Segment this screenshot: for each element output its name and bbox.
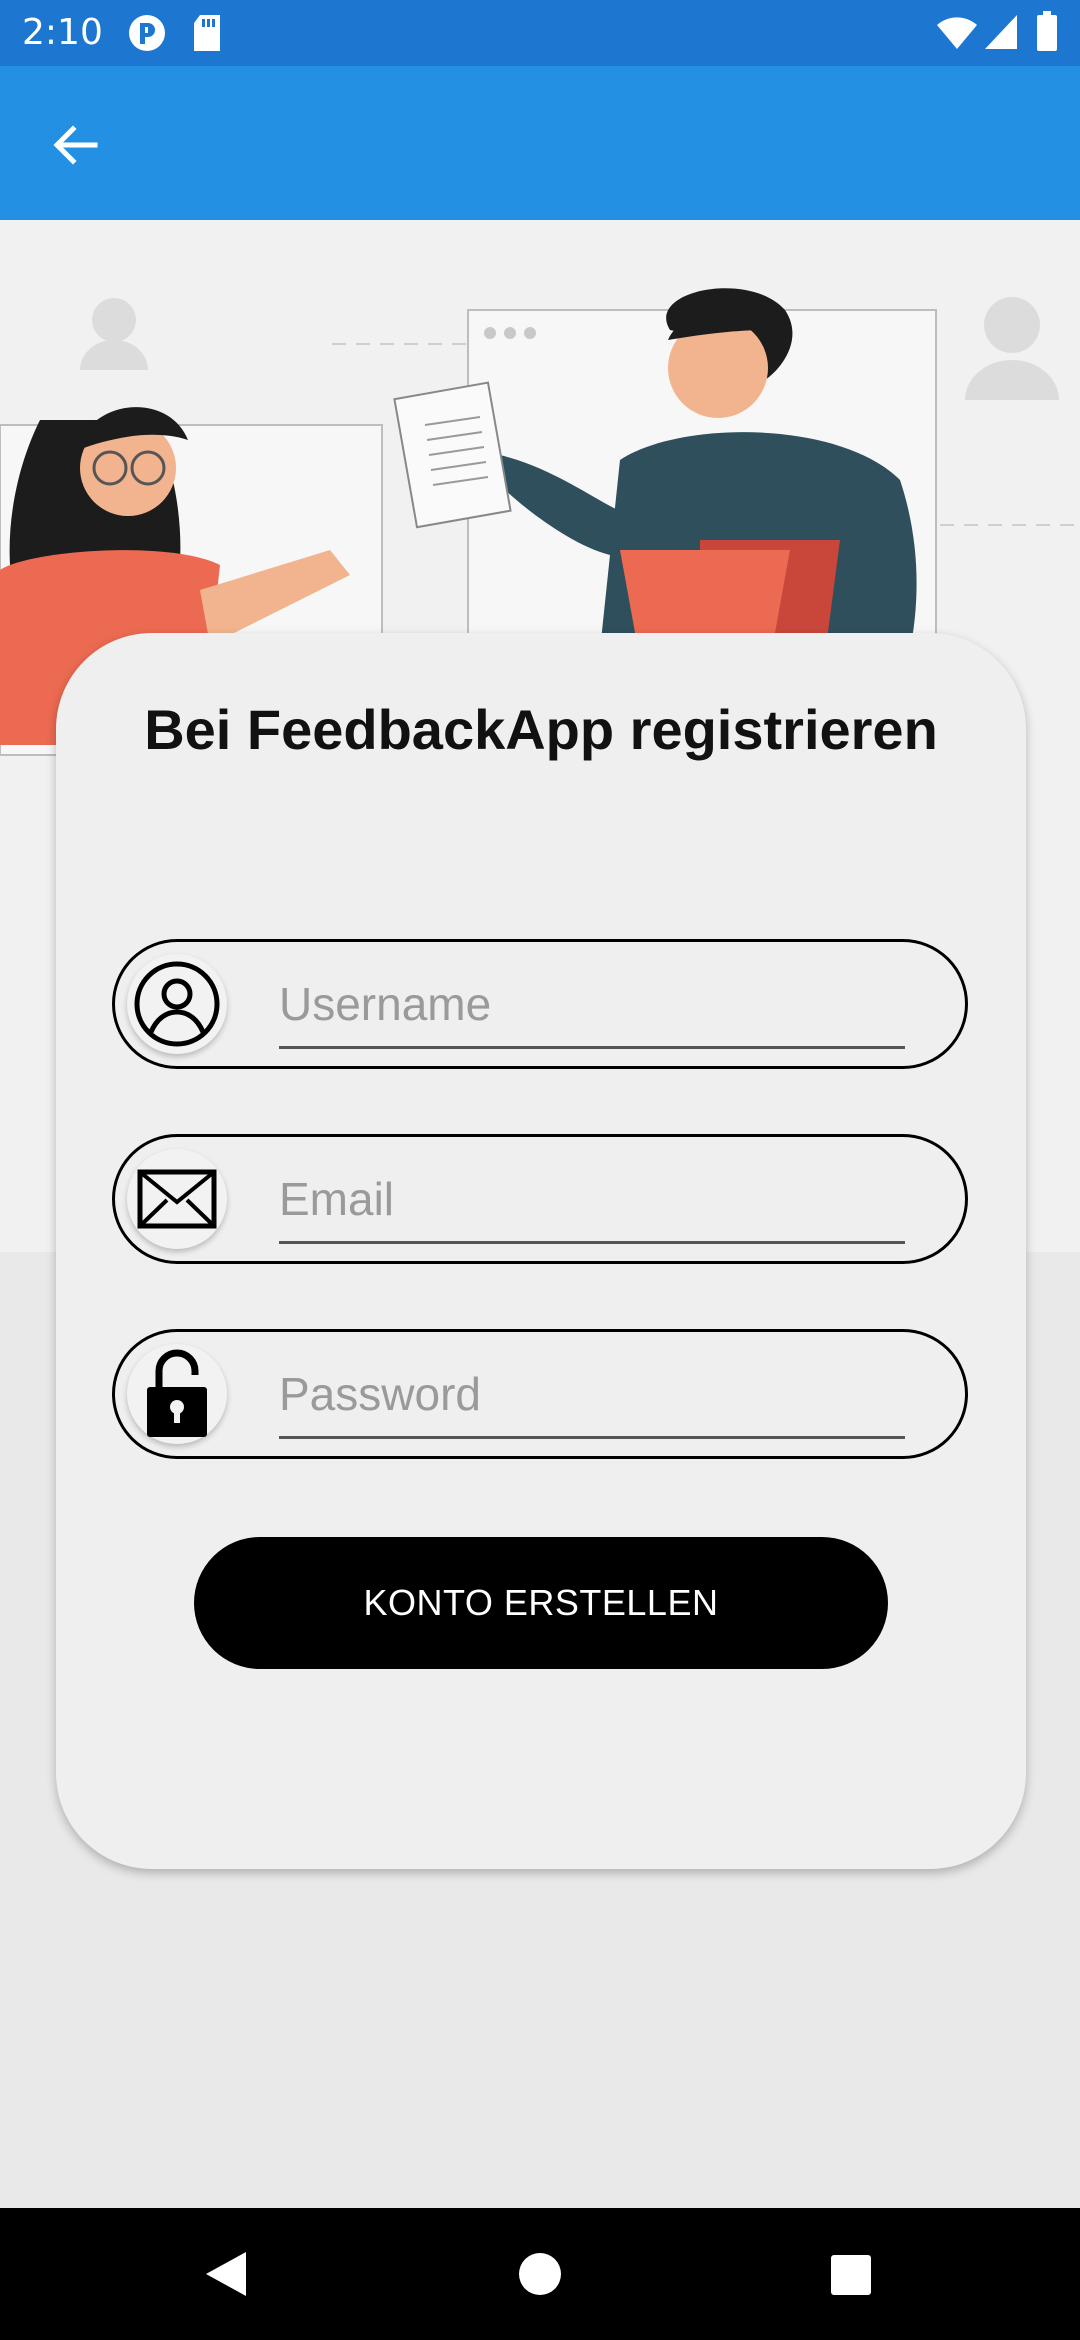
password-input[interactable]: [279, 1352, 905, 1439]
home-circle-icon[interactable]: [518, 2252, 562, 2301]
system-nav-bar: [0, 2208, 1080, 2340]
email-input[interactable]: [279, 1157, 905, 1244]
sd-card-icon: [192, 14, 222, 57]
back-button[interactable]: [36, 108, 114, 186]
status-time: 2:10: [22, 12, 103, 53]
app-notification-icon: [128, 14, 166, 57]
registration-card: Bei FeedbackApp registrieren KONTO ERSTE…: [56, 633, 1026, 1869]
recents-square-icon[interactable]: [830, 2254, 872, 2301]
arrow-back-icon: [51, 121, 99, 174]
email-field: [112, 1134, 968, 1264]
create-account-button[interactable]: KONTO ERSTELLEN: [194, 1537, 888, 1669]
username-field: [112, 939, 968, 1069]
battery-icon: [1036, 10, 1058, 57]
envelope-icon: [127, 1149, 227, 1249]
password-field: [112, 1329, 968, 1459]
padlock-icon: [127, 1344, 227, 1444]
app-bar: [0, 66, 1080, 220]
back-triangle-icon[interactable]: [204, 2250, 248, 2303]
username-input[interactable]: [279, 962, 905, 1049]
wifi-icon: [936, 16, 978, 55]
cell-signal-icon: [984, 14, 1018, 55]
status-bar: 2:10: [0, 0, 1080, 66]
user-circle-icon: [127, 954, 227, 1054]
page-title: Bei FeedbackApp registrieren: [144, 698, 938, 761]
